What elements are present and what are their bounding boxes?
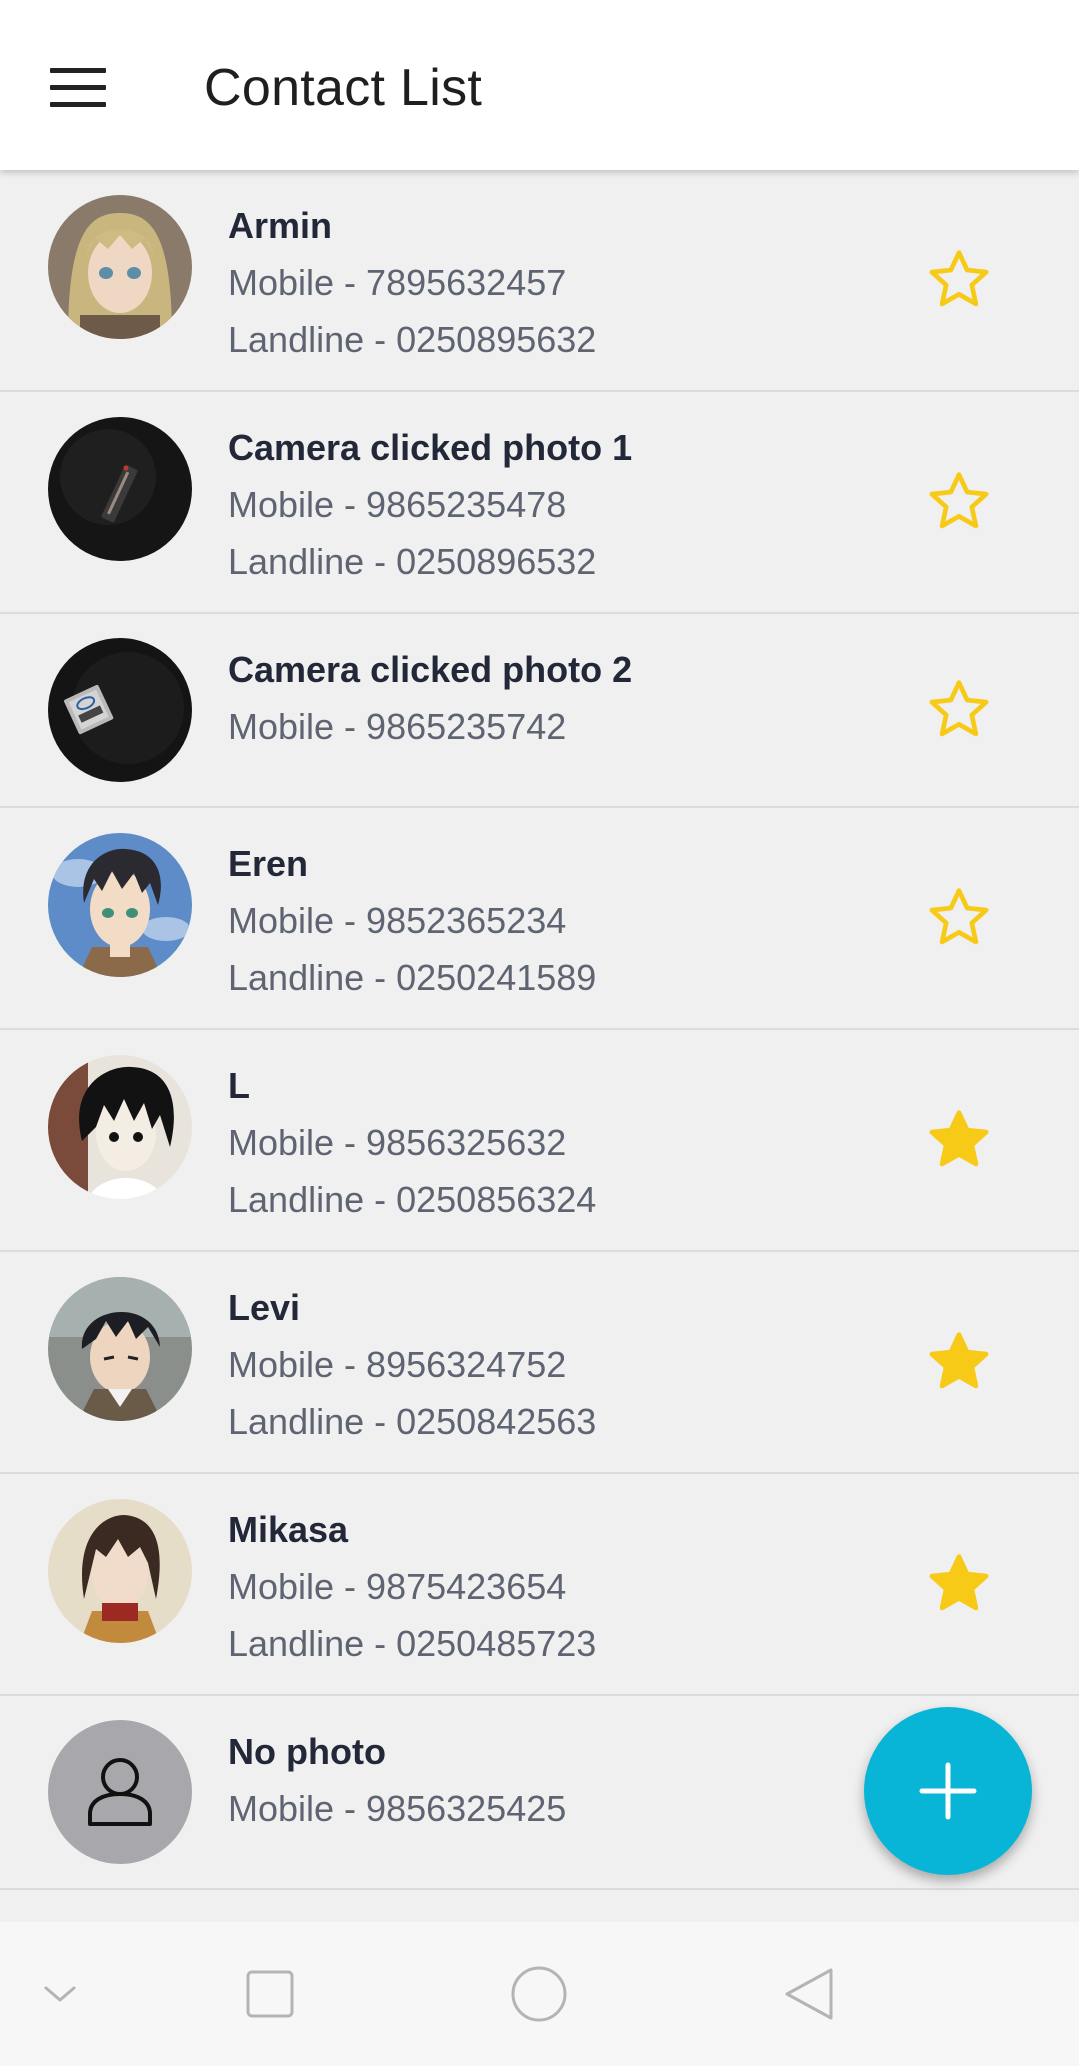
contact-landline: Landline - 0250842563: [228, 1401, 597, 1442]
app-bar: Contact List: [0, 0, 1079, 170]
armin-avatar: [48, 195, 192, 339]
square-icon[interactable]: [240, 1964, 300, 2024]
contact-row[interactable]: L Mobile - 9856325632 Landline - 0250856…: [0, 1030, 1079, 1252]
laptop-photo-avatar: [48, 417, 192, 561]
star-outline-icon[interactable]: [924, 467, 994, 537]
contact-row[interactable]: Mikasa Mobile - 9875423654 Landline - 02…: [0, 1474, 1079, 1696]
contact-mobile: Mobile - 8956324752: [228, 1344, 567, 1385]
contact-landline: Landline - 0250856324: [228, 1179, 597, 1220]
contact-mobile: Mobile - 9852365234: [228, 900, 567, 941]
star-outline-icon[interactable]: [924, 675, 994, 745]
laptop-sticker-avatar: [48, 638, 192, 782]
contact-landline: Landline - 0250895632: [228, 319, 597, 360]
contact-row[interactable]: Camera clicked photo 1 Mobile - 98652354…: [0, 392, 1079, 614]
contact-list: Armin Mobile - 7895632457 Landline - 025…: [0, 170, 1079, 1890]
star-filled-icon[interactable]: [924, 1105, 994, 1175]
contact-mobile: Mobile - 7895632457: [228, 262, 567, 303]
contact-landline: Landline - 0250896532: [228, 541, 597, 582]
eren-avatar: [48, 833, 192, 977]
levi-avatar: [48, 1277, 192, 1421]
add-contact-button[interactable]: [864, 1707, 1032, 1875]
contact-mobile: Mobile - 9875423654: [228, 1566, 567, 1607]
menu-icon[interactable]: [50, 68, 106, 108]
contact-mobile: Mobile - 9865235478: [228, 484, 567, 525]
contact-name: Armin: [228, 205, 333, 246]
contact-name: Camera clicked photo 2: [228, 649, 633, 690]
triangle-back-icon[interactable]: [779, 1964, 839, 2024]
star-outline-icon[interactable]: [924, 245, 994, 315]
system-nav-bar: [0, 1922, 1079, 2066]
contact-mobile: Mobile - 9865235742: [228, 706, 567, 747]
contact-row[interactable]: Camera clicked photo 2 Mobile - 98652357…: [0, 614, 1079, 808]
star-filled-icon[interactable]: [924, 1549, 994, 1619]
contact-row[interactable]: Levi Mobile - 8956324752 Landline - 0250…: [0, 1252, 1079, 1474]
l-avatar: [48, 1055, 192, 1199]
contact-landline: Landline - 0250485723: [228, 1623, 597, 1664]
contact-name: Camera clicked photo 1: [228, 427, 633, 468]
contact-row[interactable]: Eren Mobile - 9852365234 Landline - 0250…: [0, 808, 1079, 1030]
mikasa-avatar: [48, 1499, 192, 1643]
contact-name: No photo: [228, 1731, 386, 1772]
star-outline-icon[interactable]: [924, 883, 994, 953]
contact-name: L: [228, 1065, 250, 1106]
contact-name: Mikasa: [228, 1509, 349, 1550]
contact-row[interactable]: Armin Mobile - 7895632457 Landline - 025…: [0, 170, 1079, 392]
contact-name: Eren: [228, 843, 309, 884]
contact-mobile: Mobile - 9856325425: [228, 1788, 567, 1829]
star-filled-icon[interactable]: [924, 1327, 994, 1397]
contact-landline: Landline - 0250241589: [228, 957, 597, 998]
plus-icon: [919, 1762, 977, 1820]
contact-mobile: Mobile - 9856325632: [228, 1122, 567, 1163]
page-title: Contact List: [204, 59, 483, 117]
circle-icon[interactable]: [509, 1964, 569, 2024]
chevron-down-icon[interactable]: [30, 1964, 90, 2024]
default-person-avatar: [48, 1720, 192, 1864]
contact-name: Levi: [228, 1287, 301, 1328]
